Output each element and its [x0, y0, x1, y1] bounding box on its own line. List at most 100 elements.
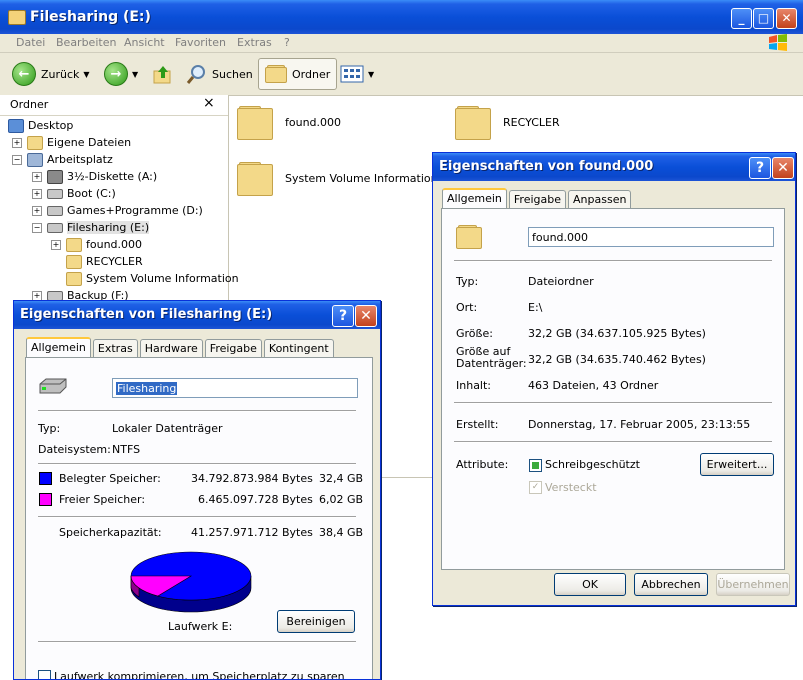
- tree-pane-header: Ordner ×: [0, 95, 228, 116]
- menu-help[interactable]: ?: [284, 36, 290, 49]
- tree-item-desktop[interactable]: Desktop: [8, 117, 73, 134]
- size-value: 32,2 GB (34.637.105.925 Bytes): [528, 327, 706, 340]
- expand-icon[interactable]: +: [12, 137, 22, 148]
- tree-item-boot[interactable]: + Boot (C:): [32, 185, 116, 202]
- tree-item-eigene-dateien[interactable]: + Eigene Dateien: [12, 134, 131, 151]
- expand-icon[interactable]: +: [32, 171, 42, 182]
- advanced-button[interactable]: Erweitert...: [700, 453, 774, 476]
- used-space-bytes: 34.792.873.984 Bytes: [191, 472, 313, 485]
- close-button[interactable]: ✕: [355, 305, 377, 327]
- expand-icon[interactable]: +: [32, 290, 42, 301]
- expand-icon[interactable]: +: [32, 205, 42, 216]
- tab-allgemein[interactable]: Allgemein: [442, 188, 507, 210]
- folder-icon: [27, 135, 43, 150]
- tree-pane-title: Ordner: [10, 98, 49, 111]
- folder-name-input[interactable]: found.000: [528, 227, 774, 247]
- separator: [38, 641, 356, 643]
- search-button[interactable]: Suchen: [186, 61, 253, 87]
- tab-kontingent[interactable]: Kontingent: [263, 339, 334, 358]
- drive-name-input[interactable]: Filesharing: [112, 378, 358, 398]
- type-value: Dateiordner: [528, 275, 594, 288]
- cancel-button[interactable]: Abbrechen: [634, 573, 708, 596]
- type-label: Typ:: [38, 422, 61, 435]
- folder-dialog-panel: found.000 Typ: Dateiordner Ort: E:\ Größ…: [441, 208, 785, 570]
- tab-allgemein[interactable]: Allgemein: [26, 337, 91, 359]
- drive-dialog-titlebar[interactable]: Eigenschaften von Filesharing (E:) ? ✕: [14, 301, 380, 329]
- contents-value: 463 Dateien, 43 Ordner: [528, 379, 659, 392]
- tree-item-found000[interactable]: + found.000: [51, 236, 142, 253]
- close-icon[interactable]: ×: [203, 95, 215, 111]
- menu-bearbeiten[interactable]: Bearbeiten: [56, 36, 116, 49]
- hard-drive-icon: [47, 290, 63, 301]
- disk-size-label-line2: Datenträger:: [456, 357, 527, 370]
- folders-button[interactable]: Ordner: [258, 58, 338, 90]
- window-title: Filesharing (E:): [30, 9, 151, 25]
- collapse-icon[interactable]: −: [32, 222, 42, 233]
- drive-properties-dialog: Eigenschaften von Filesharing (E:) ? ✕ A…: [13, 300, 381, 680]
- explorer-titlebar[interactable]: Filesharing (E:) _ □ ✕: [0, 0, 803, 34]
- help-button[interactable]: ?: [332, 305, 354, 327]
- location-value: E:\: [528, 301, 543, 314]
- help-button[interactable]: ?: [749, 157, 771, 179]
- back-arrow-icon: ←: [12, 62, 36, 86]
- view-button[interactable]: ▼: [340, 61, 374, 87]
- close-button[interactable]: ✕: [776, 8, 797, 29]
- tab-freigabe[interactable]: Freigabe: [204, 339, 262, 358]
- tab-anpassen[interactable]: Anpassen: [568, 190, 632, 209]
- computer-icon: [27, 152, 43, 167]
- folder-icon: [265, 65, 287, 83]
- separator: [38, 463, 356, 465]
- folder-dialog-titlebar[interactable]: Eigenschaften von found.000 ? ✕: [433, 153, 795, 181]
- hidden-checkbox[interactable]: ✓: [529, 481, 542, 494]
- minimize-button[interactable]: _: [731, 8, 752, 29]
- compress-label: Laufwerk komprimieren, um Speicherplatz …: [54, 670, 345, 680]
- forward-arrow-icon: →: [104, 62, 128, 86]
- separator: [454, 441, 772, 443]
- ok-button[interactable]: OK: [554, 573, 626, 596]
- chevron-down-icon: ▼: [368, 69, 375, 79]
- apply-button[interactable]: Übernehmen: [716, 573, 790, 596]
- tree-item-filesharing[interactable]: − Filesharing (E:): [32, 219, 150, 236]
- tree-item-diskette[interactable]: + 3½-Diskette (A:): [32, 168, 157, 185]
- capacity-bytes: 41.257.971.712 Bytes: [191, 526, 313, 539]
- back-button[interactable]: ← Zurück ▼: [12, 61, 90, 87]
- capacity-gb: 38,4 GB: [319, 526, 364, 539]
- used-space-gb: 32,4 GB: [319, 472, 364, 485]
- content-item-recycler[interactable]: RECYCLER: [455, 104, 560, 140]
- disk-size-value: 32,2 GB (34.635.740.462 Bytes): [528, 353, 706, 366]
- expand-icon[interactable]: +: [51, 239, 61, 250]
- menu-ansicht[interactable]: Ansicht: [124, 36, 165, 49]
- menu-extras[interactable]: Extras: [237, 36, 272, 49]
- expand-icon[interactable]: +: [32, 188, 42, 199]
- capacity-label: Speicherkapazität:: [59, 526, 162, 539]
- disk-usage-pie-chart: [130, 551, 252, 613]
- tab-freigabe[interactable]: Freigabe: [508, 190, 567, 209]
- desktop-icon: [8, 118, 24, 133]
- floppy-drive-icon: [47, 169, 63, 184]
- tree-item-recycler[interactable]: RECYCLER: [66, 253, 143, 270]
- menu-datei[interactable]: Datei: [16, 36, 45, 49]
- tab-hardware[interactable]: Hardware: [139, 339, 203, 358]
- forward-button[interactable]: → ▼: [104, 61, 138, 87]
- compress-checkbox[interactable]: [38, 670, 51, 679]
- folder-up-icon: [153, 66, 171, 84]
- tree-item-arbeitsplatz[interactable]: − Arbeitsplatz: [12, 151, 113, 168]
- windows-logo-icon: [769, 34, 787, 51]
- collapse-icon[interactable]: −: [12, 154, 22, 165]
- separator: [454, 260, 772, 262]
- tree-item-games[interactable]: + Games+Programme (D:): [32, 202, 203, 219]
- filesystem-label: Dateisystem:: [38, 443, 111, 456]
- readonly-checkbox[interactable]: [529, 459, 542, 472]
- cleanup-button[interactable]: Bereinigen: [277, 610, 355, 633]
- menu-favoriten[interactable]: Favoriten: [175, 36, 226, 49]
- content-item-system-volume[interactable]: System Volume Information: [237, 160, 438, 196]
- separator: [38, 410, 356, 412]
- up-button[interactable]: [152, 61, 174, 87]
- tree-item-system-volume[interactable]: System Volume Information: [66, 270, 239, 287]
- folder-icon: [66, 271, 82, 286]
- tab-extras[interactable]: Extras: [92, 339, 138, 358]
- maximize-button[interactable]: □: [753, 8, 774, 29]
- content-item-found000[interactable]: found.000: [237, 104, 341, 140]
- close-button[interactable]: ✕: [772, 157, 794, 179]
- folder-icon: [237, 104, 273, 140]
